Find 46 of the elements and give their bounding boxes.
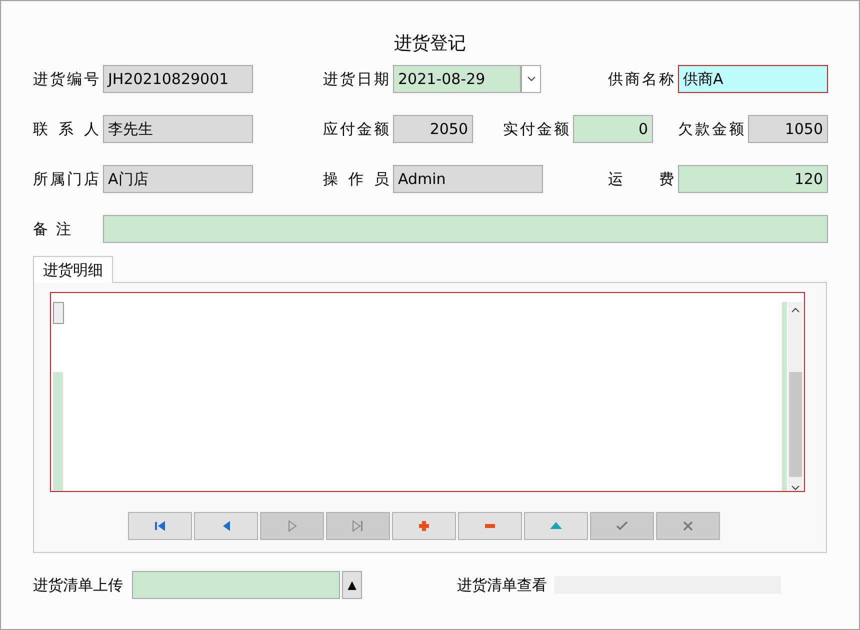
scrollbar[interactable] [788,302,803,491]
field-label: 进货清单上传 [33,576,123,594]
field-label: 实付金额 [503,120,570,138]
input-field[interactable]: 0 [573,115,653,143]
field-label: 所属门店 [33,170,100,188]
navigator-button[interactable] [458,512,522,540]
field-label: 联系人 [33,120,100,138]
field-label: 进货日期 [323,70,390,88]
check-icon [615,520,629,532]
input-field[interactable]: 李先生 [103,115,253,143]
input-field[interactable]: Admin [393,165,543,193]
navigator-button[interactable] [194,512,258,540]
input-field[interactable]: 供商A [678,65,828,93]
date-field[interactable]: 2021-08-29 [393,65,521,93]
input-field[interactable]: A门店 [103,165,253,193]
scrollbar-thumb[interactable] [789,372,802,477]
input-field[interactable]: 120 [678,165,828,193]
navigator-button[interactable] [392,512,456,540]
chevron-up-icon[interactable] [791,307,800,313]
form-title: 进货登记 [394,33,466,54]
upload-button[interactable]: ▲ [342,571,362,599]
dropdown-button[interactable] [521,65,541,93]
field-label: 运费 [608,170,675,188]
field-label: 进货清单查看 [457,576,547,594]
close-icon [681,520,695,532]
field-label: 供商名称 [608,70,675,88]
input-field[interactable]: JH20210829001 [103,65,253,93]
tab[interactable]: 进货明细 [33,256,113,283]
field-label: 备注 [33,220,72,238]
input-field[interactable]: 2050 [393,115,473,143]
input-field[interactable]: 1050 [748,115,828,143]
navigator-button[interactable] [524,512,588,540]
field-label: 欠款金额 [678,120,745,138]
field-label: 进货编号 [33,70,100,88]
field-label: 操作员 [323,170,390,188]
input-field[interactable] [103,215,828,243]
input-field[interactable] [132,571,340,599]
last-record-icon [351,520,365,532]
chevron-down-icon [526,76,536,82]
first-record-icon [153,520,167,532]
plus-icon [417,520,431,532]
up-triangle-icon [549,520,563,532]
row-header-button[interactable] [53,302,64,324]
navigator-button[interactable] [128,512,192,540]
chevron-down-icon[interactable] [791,485,800,491]
field-label: 应付金额 [323,120,390,138]
